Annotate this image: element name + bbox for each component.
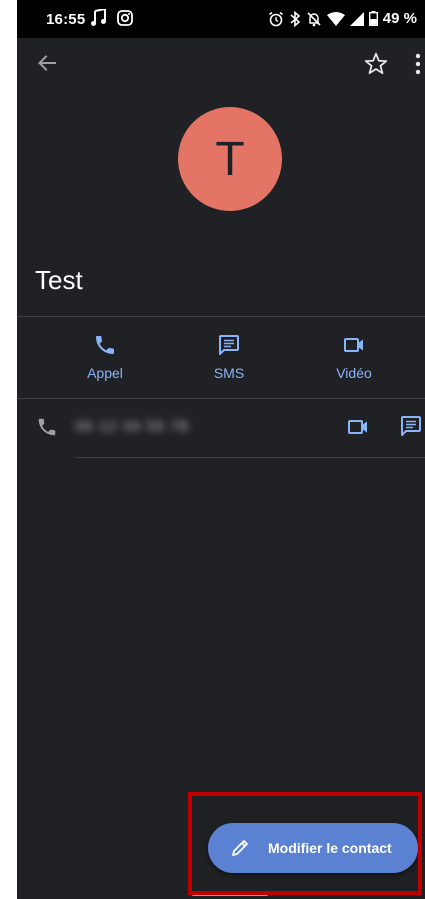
sms-action-button[interactable]: SMS xyxy=(184,333,274,381)
video-call-icon[interactable] xyxy=(346,415,370,439)
signal-icon xyxy=(349,11,364,26)
message-icon[interactable] xyxy=(399,414,423,438)
call-action-label: Appel xyxy=(87,365,123,381)
call-action-button[interactable]: Appel xyxy=(60,333,150,381)
video-action-button[interactable]: Vidéo xyxy=(309,333,399,381)
more-options-icon[interactable] xyxy=(413,52,423,76)
status-bar: 16:55 49 % xyxy=(17,0,425,38)
edit-contact-button[interactable]: Modifier le contact xyxy=(208,823,418,873)
battery-icon xyxy=(368,11,378,26)
video-action-label: Vidéo xyxy=(336,365,372,381)
status-time: 16:55 xyxy=(46,11,86,28)
battery-percentage: 49 % xyxy=(382,10,417,27)
contact-name: Test xyxy=(35,265,83,295)
wifi-icon xyxy=(326,11,345,26)
back-arrow-icon[interactable] xyxy=(35,51,59,75)
alarm-icon xyxy=(268,11,283,26)
divider xyxy=(75,457,425,458)
phone-icon xyxy=(38,418,56,436)
vibrate-off-icon xyxy=(307,11,321,26)
divider xyxy=(17,316,425,317)
bluetooth-icon xyxy=(290,10,301,27)
sms-action-label: SMS xyxy=(213,365,245,381)
home-indicator[interactable] xyxy=(192,893,268,896)
favorite-star-icon[interactable] xyxy=(363,51,389,77)
phone-number[interactable]: 06 12 34 56 78 xyxy=(75,418,189,435)
music-note-icon xyxy=(91,9,106,26)
contact-avatar[interactable]: T xyxy=(178,107,282,211)
edit-contact-label: Modifier le contact xyxy=(268,840,392,856)
status-notification-icons xyxy=(91,9,133,27)
message-icon xyxy=(219,335,239,355)
divider xyxy=(17,398,425,399)
instagram-icon xyxy=(117,10,133,26)
status-system-icons: 49 % xyxy=(268,10,417,27)
phone-icon xyxy=(96,336,114,354)
video-camera-icon xyxy=(344,338,363,352)
pencil-icon xyxy=(232,840,248,856)
contact-screen: 16:55 49 % T Test Appel SMS Vidéo 06 12 … xyxy=(17,0,425,899)
